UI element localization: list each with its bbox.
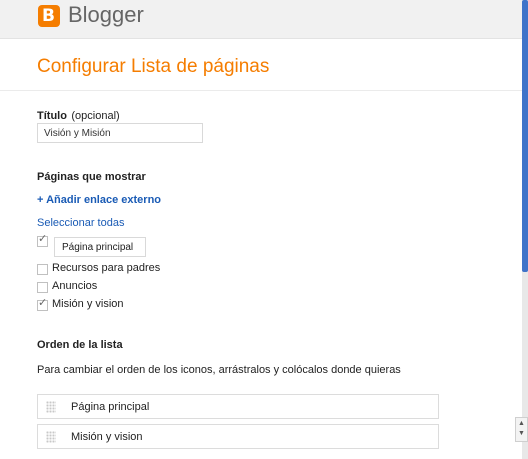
order-section-label: Orden de la lista (37, 339, 123, 351)
pages-section-label: Páginas que mostrar (37, 171, 146, 183)
checkbox-mision-vision[interactable] (37, 296, 48, 311)
title-label: Título (37, 110, 67, 122)
app-header: B Blogger (0, 0, 522, 39)
order-item-label: Página principal (71, 401, 150, 413)
checkbox-anuncios[interactable] (37, 282, 48, 293)
title-input[interactable]: Visión y Misión (37, 123, 203, 143)
select-all-link[interactable]: Seleccionar todas (37, 217, 124, 229)
scrollbar-thumb[interactable] (522, 0, 528, 272)
scroll-down-icon[interactable]: ▼ (518, 430, 525, 437)
title-field-label: Título (opcional) (37, 106, 120, 124)
logo-letter: B (42, 6, 55, 26)
add-external-link[interactable]: + Añadir enlace externo (37, 194, 161, 206)
blogger-logo-icon[interactable]: B (38, 5, 60, 27)
dialog-title: Configurar Lista de páginas (37, 56, 270, 77)
order-description: Para cambiar el orden de los iconos, arr… (37, 364, 401, 376)
page-principal-field[interactable]: Página principal (54, 237, 146, 257)
drag-handle-icon[interactable] (46, 401, 56, 413)
drag-handle-icon[interactable] (46, 431, 56, 443)
checkbox-label-mision-vision: Misión y vision (52, 298, 124, 310)
divider (0, 90, 522, 91)
order-item[interactable]: Misión y vision (37, 424, 439, 449)
checkbox-recursos-padres[interactable] (37, 264, 48, 275)
checkbox-label-recursos-padres: Recursos para padres (52, 262, 161, 274)
brand-name[interactable]: Blogger (68, 2, 144, 28)
order-item-label: Misión y vision (71, 431, 143, 443)
checkbox-page-principal[interactable] (37, 232, 48, 247)
optional-label: (opcional) (71, 110, 120, 122)
scroll-arrows[interactable]: ▲ ▼ (515, 417, 528, 442)
checkbox-label-anuncios: Anuncios (52, 280, 98, 292)
order-item[interactable]: Página principal (37, 394, 439, 419)
scroll-up-icon[interactable]: ▲ (518, 420, 525, 427)
